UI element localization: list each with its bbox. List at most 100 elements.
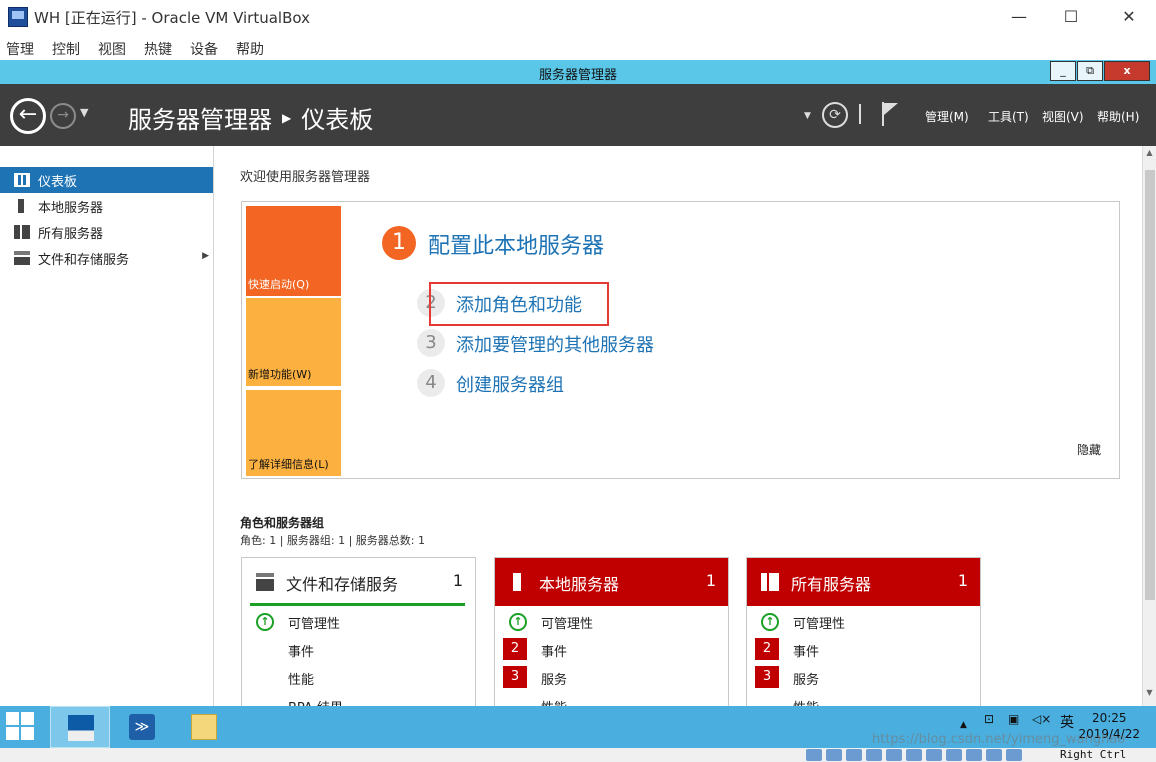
menu-help[interactable]: 帮助 <box>236 39 264 59</box>
annotation-highlight-box <box>429 282 609 326</box>
tile-label: 快速启动(Q) <box>248 278 310 291</box>
menu-help-h[interactable]: 帮助(H) <box>1097 108 1139 125</box>
display-icon[interactable] <box>926 749 942 761</box>
menu-view-v[interactable]: 视图(V) <box>1042 108 1084 125</box>
input-language[interactable]: 英 <box>1060 712 1074 732</box>
usb-icon[interactable] <box>886 749 902 761</box>
card-header[interactable]: 所有服务器 1 <box>747 558 980 606</box>
forward-arrow-icon[interactable]: → <box>50 103 76 129</box>
card-row-manageability[interactable]: ↑ 可管理性 <box>747 610 980 634</box>
card-header[interactable]: 文件和存储服务 1 <box>250 558 465 606</box>
add-other-servers-link[interactable]: 添加要管理的其他服务器 <box>456 331 654 357</box>
card-all-servers[interactable]: 所有服务器 1 ↑ 可管理性 2 事件 3 服务 性能 <box>746 557 981 706</box>
welcome-title: 欢迎使用服务器管理器 <box>240 170 371 185</box>
card-count: 1 <box>452 571 463 590</box>
taskbar-file-explorer[interactable] <box>174 706 234 748</box>
card-file-storage-services[interactable]: 文件和存储服务 1 ↑ 可管理性 事件 性能 BPA 结果 <box>241 557 476 706</box>
breadcrumb-root[interactable]: 服务器管理器 <box>128 100 272 135</box>
guest-restore-button[interactable]: ⧉ <box>1077 61 1103 81</box>
card-row-manageability[interactable]: ↑ 可管理性 <box>495 610 728 634</box>
card-title: 所有服务器 <box>791 575 872 594</box>
breadcrumb-separator-icon: ▶ <box>282 110 292 125</box>
monitor-icon[interactable]: ▣ <box>1008 712 1019 726</box>
breadcrumb-current: 仪表板 <box>301 106 374 134</box>
menu-manage-m[interactable]: 管理(M) <box>925 108 969 125</box>
menu-devices[interactable]: 设备 <box>190 39 218 59</box>
card-row-performance[interactable]: 性能 <box>242 666 475 690</box>
card-row-services[interactable]: 3 服务 <box>747 666 980 690</box>
minimize-button[interactable]: — <box>996 4 1042 30</box>
close-button[interactable]: ✕ <box>1106 4 1152 30</box>
back-arrow-icon[interactable]: ← <box>10 98 46 134</box>
network-icon[interactable]: ⊡ <box>984 712 994 726</box>
guest-minimize-button[interactable]: _ <box>1050 61 1076 81</box>
vertical-scrollbar[interactable]: ▲ ▼ <box>1142 146 1156 706</box>
network-adapter-icon[interactable] <box>866 749 882 761</box>
card-row-label: 性能 <box>541 697 567 706</box>
audio-icon[interactable] <box>846 749 862 761</box>
card-row-bpa[interactable]: BPA 结果 <box>242 694 475 706</box>
card-row-events[interactable]: 事件 <box>242 638 475 662</box>
server-manager-titlebar: 服务器管理器 _ ⧉ x <box>0 60 1156 84</box>
card-local-server[interactable]: 本地服务器 1 ↑ 可管理性 2 事件 3 服务 性能 <box>494 557 729 706</box>
expand-arrow-icon[interactable]: ▶ <box>202 251 209 261</box>
card-row-services[interactable]: 3 服务 <box>495 666 728 690</box>
refresh-icon[interactable]: ⟳ <box>822 102 848 128</box>
maximize-button[interactable]: ☐ <box>1048 4 1094 30</box>
create-server-group-link[interactable]: 创建服务器组 <box>456 371 564 397</box>
tray-expand-icon[interactable]: ▲ <box>960 720 967 730</box>
roles-summary: 角色: 1 | 服务器组: 1 | 服务器总数: 1 <box>240 534 426 547</box>
window-title: WH [正在运行] - Oracle VM VirtualBox <box>34 9 310 27</box>
refresh-dropdown-icon[interactable]: ▼ <box>804 111 811 121</box>
shared-folders-icon[interactable] <box>906 749 922 761</box>
hide-welcome-link[interactable]: 隐藏 <box>1077 441 1101 458</box>
scrollbar-thumb[interactable] <box>1145 170 1155 600</box>
card-row-performance[interactable]: 性能 <box>747 694 980 706</box>
start-button[interactable] <box>6 712 36 742</box>
card-row-manageability[interactable]: ↑ 可管理性 <box>242 610 475 634</box>
taskbar-powershell[interactable]: ≫ <box>112 706 172 748</box>
card-row-events[interactable]: 2 事件 <box>747 638 980 662</box>
servers-icon <box>761 573 779 591</box>
alert-count-badge: 2 <box>503 638 527 660</box>
menu-hotkeys[interactable]: 热键 <box>144 39 172 59</box>
keyboard-capture-icon[interactable] <box>1006 749 1022 761</box>
welcome-panel: 快速启动(Q) 新增功能(W) 了解详细信息(L) 1 配置此本地服务器 2 添… <box>241 201 1120 479</box>
card-header[interactable]: 本地服务器 1 <box>495 558 728 606</box>
scroll-up-icon[interactable]: ▲ <box>1143 148 1156 164</box>
tile-learn-more[interactable]: 了解详细信息(L) <box>246 390 341 476</box>
server-manager-window-title: 服务器管理器 <box>538 68 617 83</box>
menu-view[interactable]: 视图 <box>98 39 126 59</box>
optical-drive-icon[interactable] <box>826 749 842 761</box>
sidebar-item-label: 本地服务器 <box>38 201 104 216</box>
tile-quick-start[interactable]: 快速启动(Q) <box>246 206 341 296</box>
server-manager-header: ← → ▼ 服务器管理器 ▶ 仪表板 ▼ ⟳ 管理(M) 工具(T) 视图(V)… <box>0 84 1156 146</box>
scroll-down-icon[interactable]: ▼ <box>1143 688 1156 704</box>
video-capture-icon[interactable] <box>946 749 962 761</box>
sidebar-item-all-servers[interactable]: 所有服务器 <box>0 219 213 245</box>
menu-control[interactable]: 控制 <box>52 39 80 59</box>
mouse-integration-icon[interactable] <box>986 749 1002 761</box>
taskbar-server-manager[interactable] <box>50 706 110 748</box>
notifications-flag-icon[interactable] <box>880 102 900 126</box>
sidebar-item-dashboard[interactable]: 仪表板 <box>0 167 213 193</box>
storage-icon <box>256 573 274 591</box>
menu-manage[interactable]: 管理 <box>6 39 34 59</box>
volume-muted-icon[interactable]: ◁× <box>1032 712 1051 726</box>
sidebar-item-file-storage[interactable]: 文件和存储服务 ▶ <box>0 245 213 271</box>
step-number-badge: 1 <box>382 226 416 260</box>
card-row-events[interactable]: 2 事件 <box>495 638 728 662</box>
card-count: 1 <box>957 571 968 590</box>
sidebar-item-local-server[interactable]: 本地服务器 <box>0 193 213 219</box>
card-row-label: 事件 <box>793 645 820 660</box>
configure-local-server-link[interactable]: 配置此本地服务器 <box>428 228 604 260</box>
cpu-virtualization-icon[interactable] <box>966 749 982 761</box>
card-row-performance[interactable]: 性能 <box>495 694 728 706</box>
card-row-label: BPA 结果 <box>288 697 343 706</box>
tile-whats-new[interactable]: 新增功能(W) <box>246 298 341 386</box>
menu-tools[interactable]: 工具(T) <box>988 108 1029 125</box>
powershell-icon: ≫ <box>129 714 155 740</box>
guest-close-button[interactable]: x <box>1104 61 1150 81</box>
history-dropdown-icon[interactable]: ▼ <box>80 106 88 119</box>
hard-disk-icon[interactable] <box>806 749 822 761</box>
